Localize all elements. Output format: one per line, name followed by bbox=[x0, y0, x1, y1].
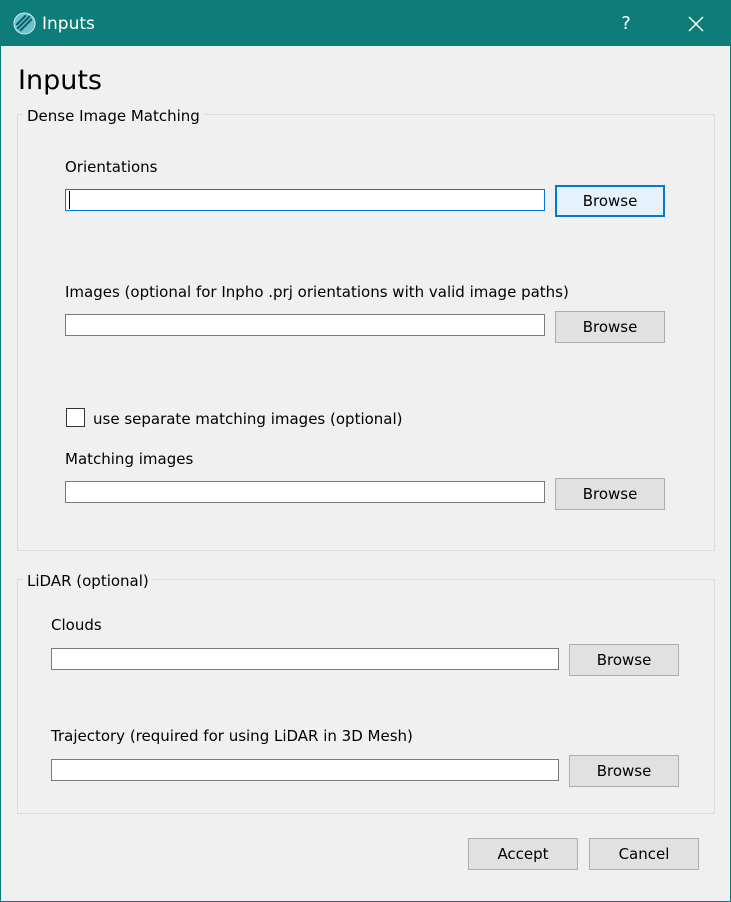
trajectory-label: Trajectory (required for using LiDAR in … bbox=[51, 727, 413, 745]
close-button[interactable] bbox=[673, 1, 719, 46]
cancel-label: Cancel bbox=[618, 845, 670, 863]
browse-label: Browse bbox=[582, 485, 638, 503]
separate-matching-images-label[interactable]: use separate matching images (optional) bbox=[93, 409, 403, 429]
cancel-button[interactable]: Cancel bbox=[589, 838, 699, 870]
browse-label: Browse bbox=[582, 318, 638, 336]
orientations-browse-button[interactable]: Browse bbox=[555, 185, 665, 217]
orientations-label: Orientations bbox=[65, 158, 158, 176]
images-field[interactable] bbox=[65, 314, 545, 336]
accept-label: Accept bbox=[497, 845, 549, 863]
browse-label: Browse bbox=[596, 651, 652, 669]
page-title: Inputs bbox=[18, 65, 102, 96]
clouds-field[interactable] bbox=[51, 648, 559, 670]
matching-images-label: Matching images bbox=[65, 450, 194, 468]
separate-matching-images-checkbox[interactable] bbox=[66, 408, 85, 427]
clouds-label: Clouds bbox=[51, 616, 102, 634]
images-label: Images (optional for Inpho .prj orientat… bbox=[65, 283, 569, 301]
matching-images-field[interactable] bbox=[65, 481, 545, 503]
orientations-field[interactable] bbox=[65, 189, 545, 211]
trajectory-field[interactable] bbox=[51, 759, 559, 781]
text-caret bbox=[69, 191, 70, 209]
title-bar[interactable]: Inputs ? bbox=[1, 1, 730, 46]
help-button[interactable]: ? bbox=[603, 1, 649, 46]
browse-label: Browse bbox=[582, 192, 638, 210]
browse-label: Browse bbox=[596, 762, 652, 780]
close-icon bbox=[688, 16, 704, 31]
lidar-group-title: LiDAR (optional) bbox=[23, 571, 153, 591]
dense-image-matching-title: Dense Image Matching bbox=[23, 106, 204, 126]
window-title: Inputs bbox=[42, 14, 95, 34]
matching-images-browse-button[interactable]: Browse bbox=[555, 478, 665, 510]
trajectory-browse-button[interactable]: Browse bbox=[569, 755, 679, 787]
help-icon: ? bbox=[621, 13, 631, 34]
images-browse-button[interactable]: Browse bbox=[555, 311, 665, 343]
clouds-browse-button[interactable]: Browse bbox=[569, 644, 679, 676]
app-logo-icon bbox=[13, 12, 36, 35]
inputs-dialog: Inputs ? Inputs Dense Image Matching Ori… bbox=[0, 0, 731, 902]
accept-button[interactable]: Accept bbox=[468, 838, 578, 870]
